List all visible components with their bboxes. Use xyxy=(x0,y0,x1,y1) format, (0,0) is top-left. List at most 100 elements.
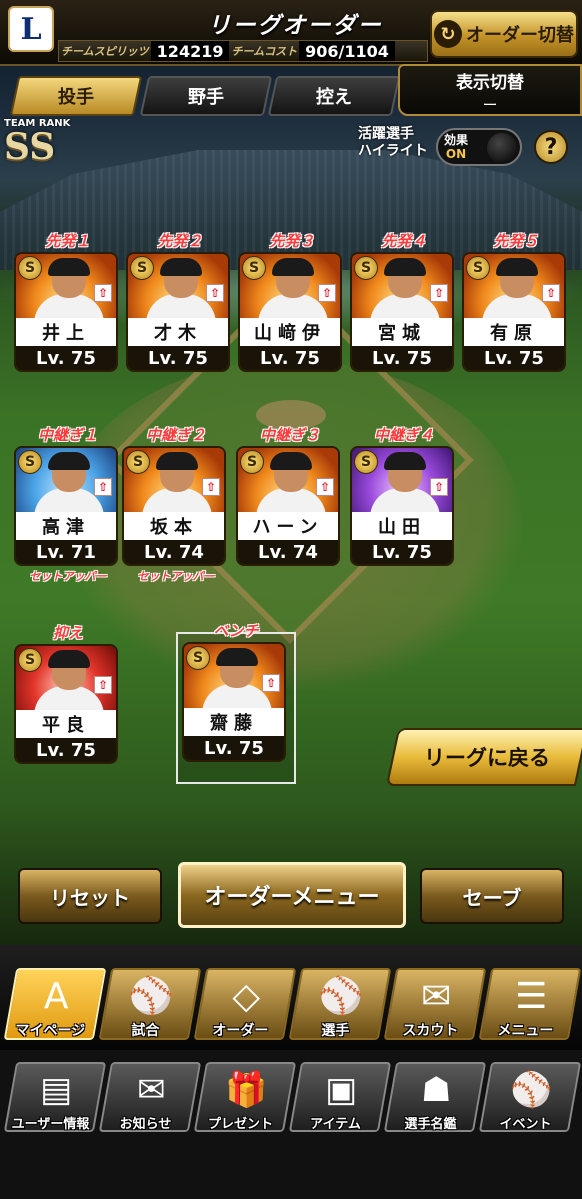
reset-button[interactable]: リセット xyxy=(18,868,162,924)
player-card[interactable]: S ⇧ 有原 Lv. 75 xyxy=(462,252,566,372)
display-switch-label: 表示切替 xyxy=(456,73,524,93)
order-switch-button[interactable]: ↻ オーダー切替 xyxy=(430,10,578,58)
player-card[interactable]: S ⇧ 齋藤 Lv. 75 xyxy=(182,642,286,762)
player-slot-starter-5[interactable]: 先発５ S ⇧ 有原 Lv. 75 xyxy=(458,230,574,372)
player-slot-starter-3[interactable]: 先発３ S ⇧ 山﨑伊 Lv. 75 xyxy=(234,230,350,372)
order-switch-label: オーダー切替 xyxy=(466,25,574,46)
nav-nav_sub-user-card[interactable]: ▤ ユーザー情報 xyxy=(3,1062,107,1132)
item-icon: ▣ xyxy=(325,1070,358,1110)
order-menu-button[interactable]: オーダーメニュー xyxy=(178,862,406,928)
player-card[interactable]: S ⇧ 高津 Lv. 71 xyxy=(14,446,118,566)
player-cap xyxy=(48,258,90,276)
player-slot-reliever-1[interactable]: 中継ぎ１ S ⇧ 高津 Lv. 71 セットアッパー xyxy=(10,424,126,584)
player-level: Lv. 75 xyxy=(16,738,116,762)
player-slot-reliever-4[interactable]: 中継ぎ４ S ⇧ 山田 Lv. 75 xyxy=(346,424,462,568)
player-slot-closer[interactable]: 抑え S ⇧ 平良 Lv. 75 xyxy=(10,622,126,764)
nav-label: マイページ xyxy=(15,1023,86,1039)
upgrade-arrow-icon: ⇧ xyxy=(316,478,334,496)
slot-role-label: 抑え xyxy=(52,624,83,642)
display-switch-value: ー xyxy=(482,96,498,114)
stadium-icon: ⚾ xyxy=(128,976,174,1017)
tab-pitcher[interactable]: 投手 xyxy=(9,76,143,116)
team-spirit-value: 124219 xyxy=(150,41,230,61)
nav-nav_main-mypage[interactable]: A マイページ xyxy=(3,968,107,1040)
player-slot-starter-2[interactable]: 先発２ S ⇧ 才木 Lv. 75 xyxy=(122,230,238,372)
upgrade-arrow-icon: ⇧ xyxy=(430,478,448,496)
upgrade-arrow-icon: ⇧ xyxy=(262,674,280,692)
rarity-badge-icon: S xyxy=(186,646,210,670)
back-to-league-label: リーグに戻る xyxy=(424,746,550,770)
nav-nav_sub-item[interactable]: ▣ アイテム xyxy=(288,1062,392,1132)
player-card[interactable]: S ⇧ 井上 Lv. 75 xyxy=(14,252,118,372)
slot-role-label: 中継ぎ１ xyxy=(37,426,98,444)
nav-label: プレゼント xyxy=(207,1117,274,1132)
upgrade-arrow-icon: ⇧ xyxy=(542,284,560,302)
page-title: リーグオーダー xyxy=(207,13,383,39)
rarity-badge-icon: S xyxy=(18,648,42,672)
effect-toggle[interactable]: 効果 ON xyxy=(436,128,522,166)
player-name: 井上 xyxy=(16,318,116,346)
nav-nav_sub-notice[interactable]: ✉ お知らせ xyxy=(98,1062,202,1132)
rarity-badge-icon: S xyxy=(354,256,378,280)
slot-role-label: ベンチ xyxy=(213,622,259,640)
tab-fielder-label: 野手 xyxy=(188,87,224,108)
tab-bench[interactable]: 控え xyxy=(267,76,401,116)
player-card[interactable]: S ⇧ 山﨑伊 Lv. 75 xyxy=(238,252,342,372)
slot-role-label: 中継ぎ２ xyxy=(145,426,206,444)
rarity-badge-icon: S xyxy=(18,450,42,474)
player-level: Lv. 75 xyxy=(16,346,116,370)
effect-toggle-state: ON xyxy=(445,147,467,161)
player-card[interactable]: S ⇧ 宮城 Lv. 75 xyxy=(350,252,454,372)
nav-nav_main-field[interactable]: ◇ オーダー xyxy=(193,968,297,1040)
reset-label: リセット xyxy=(50,885,130,910)
team-rank: TEAM RANK SS xyxy=(4,118,84,172)
upgrade-arrow-icon: ⇧ xyxy=(318,284,336,302)
nav-label: ユーザー情報 xyxy=(11,1117,90,1132)
save-label: セーブ xyxy=(462,885,522,910)
nav-nav_sub-event[interactable]: ⚾ イベント xyxy=(478,1062,582,1132)
player-slot-reliever-2[interactable]: 中継ぎ２ S ⇧ 坂本 Lv. 74 セットアッパー xyxy=(118,424,234,584)
rarity-badge-icon: S xyxy=(242,256,266,280)
tab-fielder[interactable]: 野手 xyxy=(139,76,273,116)
gift-icon: 🎁 xyxy=(225,1070,268,1110)
nav-nav_main-stadium[interactable]: ⚾ 試合 xyxy=(98,968,202,1040)
nav-nav_main-menu[interactable]: ☰ メニュー xyxy=(478,968,582,1040)
player-card[interactable]: S ⇧ ハーン Lv. 74 xyxy=(236,446,340,566)
save-button[interactable]: セーブ xyxy=(420,868,564,924)
back-to-league-button[interactable]: リーグに戻る xyxy=(385,728,582,786)
upgrade-arrow-icon: ⇧ xyxy=(94,676,112,694)
event-icon: ⚾ xyxy=(510,1070,553,1110)
field-icon: ◇ xyxy=(232,976,261,1017)
player-name: 高津 xyxy=(16,512,116,540)
player-cap xyxy=(216,648,258,666)
nav-label: 選手 xyxy=(321,1023,350,1039)
player-slot-bench[interactable]: ベンチ S ⇧ 齋藤 Lv. 75 xyxy=(178,620,294,762)
player-card[interactable]: S ⇧ 坂本 Lv. 74 xyxy=(122,446,226,566)
player-slot-starter-4[interactable]: 先発４ S ⇧ 宮城 Lv. 75 xyxy=(346,230,462,372)
player-level: Lv. 75 xyxy=(128,346,228,370)
player-slot-starter-1[interactable]: 先発１ S ⇧ 井上 Lv. 75 xyxy=(10,230,126,372)
refresh-icon: ↻ xyxy=(434,20,462,48)
player-name: 才木 xyxy=(128,318,228,346)
upgrade-arrow-icon: ⇧ xyxy=(202,478,220,496)
player-card[interactable]: S ⇧ 平良 Lv. 75 xyxy=(14,644,118,764)
player-name: 山田 xyxy=(352,512,452,540)
rarity-badge-icon: S xyxy=(466,256,490,280)
player-cap xyxy=(48,452,90,470)
nav-nav_main-scout[interactable]: ✉ スカウト xyxy=(383,968,487,1040)
nav-nav_main-player[interactable]: ⚾ 選手 xyxy=(288,968,392,1040)
tab-pitcher-label: 投手 xyxy=(58,87,94,108)
nav-nav_sub-player-book[interactable]: ☗ 選手名鑑 xyxy=(383,1062,487,1132)
nav-nav_sub-gift[interactable]: 🎁 プレゼント xyxy=(193,1062,297,1132)
player-card[interactable]: S ⇧ 山田 Lv. 75 xyxy=(350,446,454,566)
highlight-label-line2: ハイライト xyxy=(358,143,428,159)
mypage-icon: A xyxy=(43,976,69,1017)
player-level: Lv. 75 xyxy=(184,736,284,760)
player-card[interactable]: S ⇧ 才木 Lv. 75 xyxy=(126,252,230,372)
toggle-knob xyxy=(487,133,517,163)
highlight-label-line1: 活躍選手 xyxy=(358,126,414,142)
display-switch-button[interactable]: 表示切替 ー xyxy=(398,64,582,116)
help-icon[interactable]: ? xyxy=(534,130,568,164)
player-slot-reliever-3[interactable]: 中継ぎ３ S ⇧ ハーン Lv. 74 xyxy=(232,424,348,568)
nav-label: イベント xyxy=(499,1117,552,1132)
